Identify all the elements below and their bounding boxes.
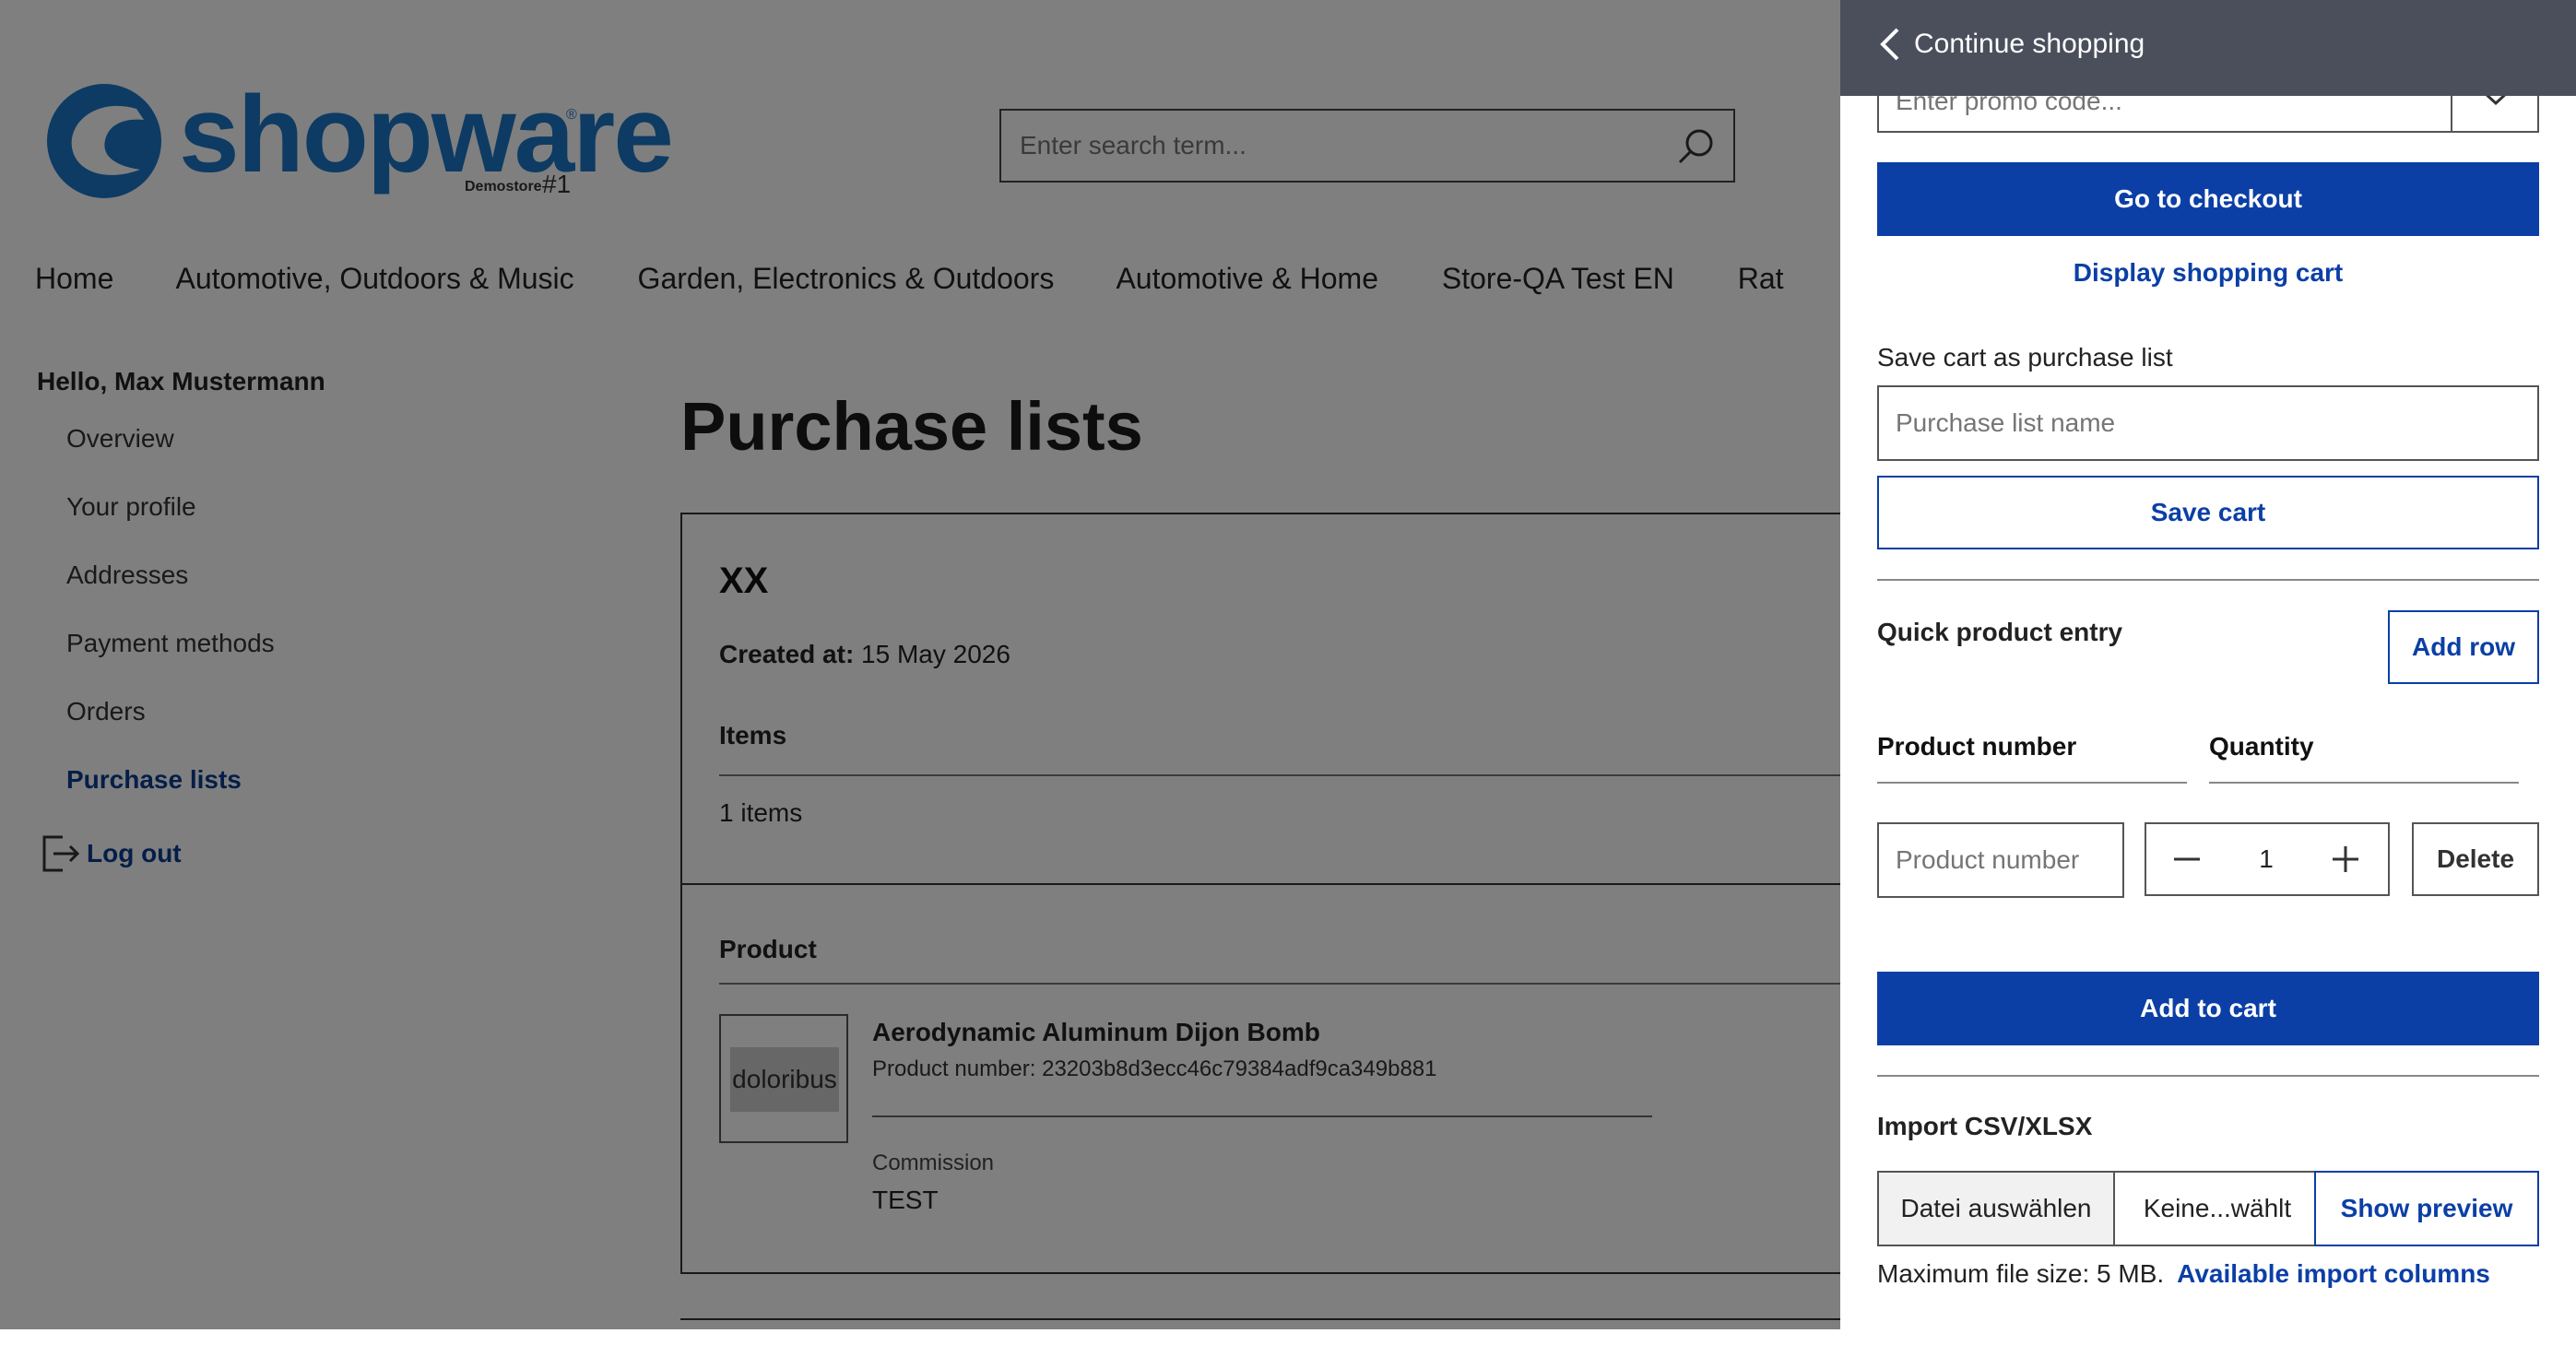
import-columns-link[interactable]: Available import columns xyxy=(2177,1259,2490,1288)
quick-entry-heading: Quick product entry xyxy=(1877,618,2123,646)
plus-icon xyxy=(2333,846,2358,872)
quantity-stepper: 1 xyxy=(2145,822,2390,896)
save-cart-label: Save cart as purchase list xyxy=(1877,343,2173,372)
add-to-cart-button[interactable]: Add to cart xyxy=(1877,972,2539,1045)
col-header-quantity: Quantity xyxy=(2209,732,2314,761)
quantity-value[interactable]: 1 xyxy=(2220,824,2312,894)
import-heading: Import CSV/XLSX xyxy=(1877,1112,2093,1140)
display-cart-link[interactable]: Display shopping cart xyxy=(1877,258,2539,288)
file-upload: Datei auswählen Keine...wählt Show previ… xyxy=(1877,1171,2539,1246)
max-file-size-text: Maximum file size: 5 MB. xyxy=(1877,1259,2165,1288)
product-number-field xyxy=(1877,822,2124,898)
quantity-increase-button[interactable] xyxy=(2314,824,2379,894)
choose-file-button[interactable]: Datei auswählen xyxy=(1879,1173,2115,1245)
minus-icon xyxy=(2174,857,2200,861)
product-number-input[interactable] xyxy=(1896,824,2115,896)
add-row-button[interactable]: Add row xyxy=(2388,610,2539,684)
continue-shopping-label: Continue shopping xyxy=(1914,29,2145,59)
offcanvas-cart: Continue shopping Go to checkout Display… xyxy=(1840,0,2576,1329)
show-preview-button[interactable]: Show preview xyxy=(2314,1171,2539,1246)
offcanvas-header: Continue shopping xyxy=(1840,0,2576,96)
go-to-checkout-button[interactable]: Go to checkout xyxy=(1877,162,2539,236)
file-name-display: Keine...wählt xyxy=(2143,1194,2292,1222)
save-cart-button[interactable]: Save cart xyxy=(1877,476,2539,549)
continue-shopping-button[interactable]: Continue shopping xyxy=(1879,26,2145,63)
panel-divider-2 xyxy=(1877,1075,2539,1077)
purchase-list-name-input[interactable] xyxy=(1896,387,2488,459)
col-underline-quantity xyxy=(2209,782,2519,784)
chevron-left-icon xyxy=(1880,28,1899,61)
purchase-list-name-field xyxy=(1877,385,2539,461)
col-header-product-number: Product number xyxy=(1877,732,2077,761)
panel-divider-1 xyxy=(1877,579,2539,581)
max-file-size: Maximum file size: 5 MB. Available import… xyxy=(1877,1259,2490,1289)
delete-row-button[interactable]: Delete xyxy=(2412,822,2539,896)
col-underline-product-number xyxy=(1877,782,2187,784)
quantity-decrease-button[interactable] xyxy=(2156,824,2220,894)
